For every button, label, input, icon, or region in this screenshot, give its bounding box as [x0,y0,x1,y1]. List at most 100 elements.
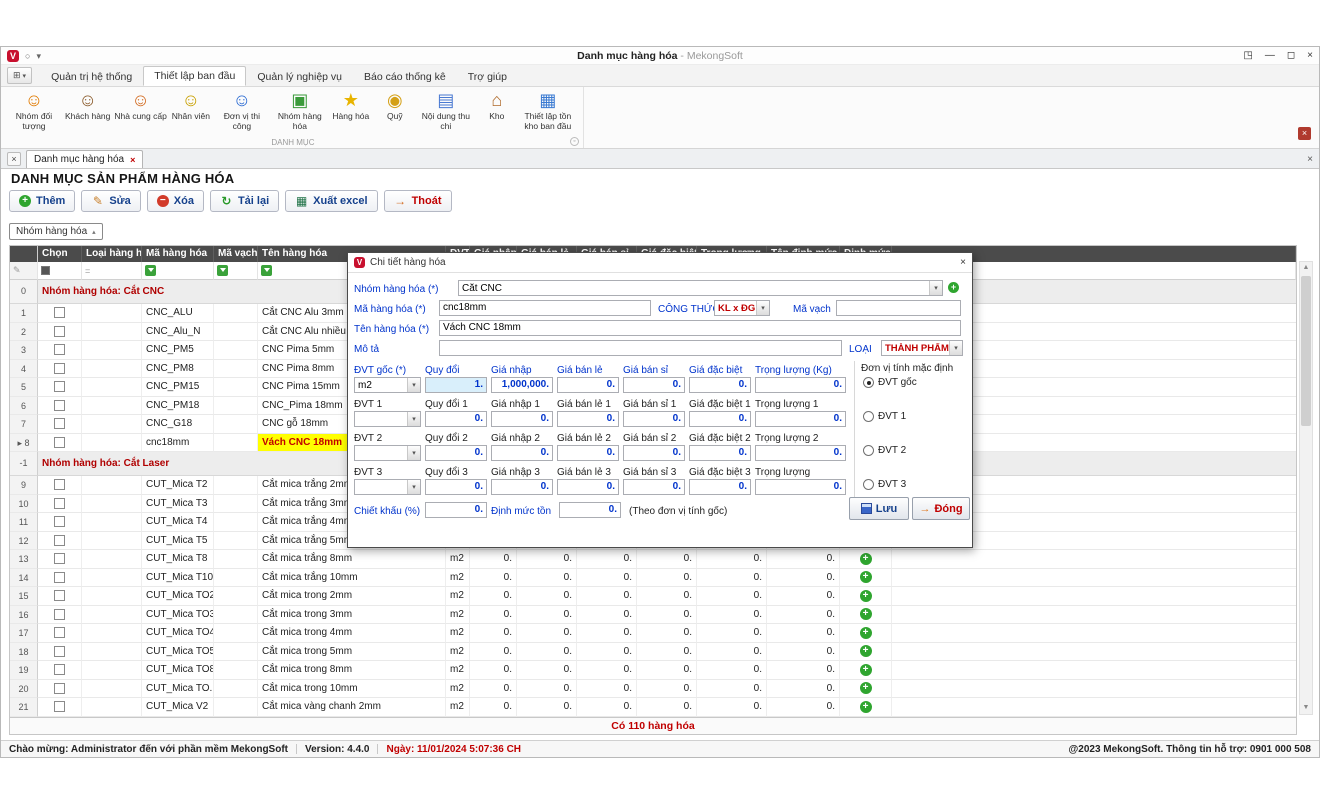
group-combobox[interactable]: Cắt CNC ▾ [458,280,943,296]
default-unit-option[interactable]: ĐVT 1 [863,411,906,422]
filter-cell[interactable]: ✎ [10,262,38,280]
row-checkbox[interactable] [54,326,65,337]
dinh-muc-cell[interactable]: + [840,624,892,643]
ribbon-item-button[interactable]: ▣Nhóm hàng hóa [271,88,329,132]
discount-input[interactable]: 0. [425,502,487,518]
radio-icon[interactable] [863,479,874,490]
select-cell[interactable] [38,323,82,342]
add-dinh-muc-icon[interactable]: + [860,608,872,620]
row-checkbox[interactable] [54,307,65,318]
save-button[interactable]: Lưu [849,497,909,520]
add-dinh-muc-icon[interactable]: + [860,553,872,565]
select-cell[interactable] [38,532,82,551]
row-checkbox[interactable] [54,609,65,620]
name-input[interactable]: Vách CNC 18mm [439,320,961,336]
unit-value-input[interactable]: 0. [557,377,619,393]
chevron-down-icon[interactable]: ▾ [949,341,962,355]
row-checkbox[interactable] [54,535,65,546]
radio-icon[interactable] [863,377,874,388]
unit-value-input[interactable]: 0. [425,479,487,495]
unit-value-input[interactable]: 0. [491,479,553,495]
scroll-down-icon[interactable]: ▼ [1300,702,1312,714]
delete-button[interactable]: −Xóa [147,190,204,212]
filter-cell[interactable] [38,262,82,280]
ribbon-tab[interactable]: Quản lý nghiệp vụ [246,66,353,86]
add-dinh-muc-icon[interactable]: + [860,682,872,694]
unit-value-input[interactable]: 0. [491,445,553,461]
select-cell[interactable] [38,513,82,532]
unit-value-input[interactable]: 0. [755,377,846,393]
tab-danh-muc-hang-hoa[interactable]: Danh mục hàng hóa × [26,150,143,168]
row-checkbox[interactable] [54,418,65,429]
select-cell[interactable] [38,495,82,514]
add-dinh-muc-icon[interactable]: + [860,590,872,602]
group-dialog-launcher-icon[interactable]: ◦ [570,137,579,146]
exit-button[interactable]: →Thoát [384,190,452,212]
ribbon-item-button[interactable]: ☺Khách hàng [63,88,112,123]
row-checkbox[interactable] [54,344,65,355]
row-checkbox[interactable] [54,572,65,583]
select-cell[interactable] [38,476,82,495]
dinh-muc-cell[interactable]: + [840,643,892,662]
chevron-down-icon[interactable]: ▾ [407,378,420,392]
dinh-muc-cell[interactable]: + [840,550,892,569]
description-input[interactable] [439,340,842,356]
ribbon-item-button[interactable]: ◉Quỹ [373,88,417,123]
select-cell[interactable] [38,397,82,416]
edit-button[interactable]: ✎Sửa [81,190,140,212]
unit-combobox[interactable]: ▾ [354,479,421,495]
vertical-scrollbar[interactable]: ▲ ▼ [1299,261,1313,715]
unit-value-input[interactable]: 0. [623,479,685,495]
unit-value-input[interactable]: 0. [623,411,685,427]
tabbar-close-icon[interactable]: × [1307,154,1313,165]
chevron-down-icon[interactable]: ▾ [407,480,420,494]
select-cell[interactable] [38,360,82,379]
close-button[interactable]: → Đóng [912,497,970,520]
add-dinh-muc-icon[interactable]: + [860,627,872,639]
ribbon-item-button[interactable]: ★Hàng hóa [329,88,373,123]
row-checkbox[interactable] [54,381,65,392]
unit-value-input[interactable]: 0. [689,377,751,393]
table-row[interactable]: 14CUT_Mica T10Cắt mica trắng 10mmm20.0.0… [10,569,1296,588]
type-combobox[interactable]: THÀNH PHẨM ▾ [881,340,963,356]
ribbon-close-icon[interactable]: × [1298,127,1311,140]
add-button[interactable]: +Thêm [9,190,75,212]
add-dinh-muc-icon[interactable]: + [860,664,872,676]
tab-close-icon[interactable]: × [130,155,135,165]
unit-value-input[interactable]: 0. [689,411,751,427]
select-cell[interactable] [38,415,82,434]
row-checkbox[interactable] [54,363,65,374]
ribbon-tab[interactable]: Trợ giúp [457,66,518,86]
select-cell[interactable] [38,698,82,717]
dinh-muc-cell[interactable]: + [840,587,892,606]
dinh-muc-cell[interactable]: + [840,661,892,680]
unit-value-input[interactable]: 0. [623,377,685,393]
fullscreen-icon[interactable]: ◳ [1243,50,1252,62]
chevron-down-icon[interactable]: ▾ [407,412,420,426]
table-row[interactable]: 15CUT_Mica TO2Cắt mica trong 2mmm20.0.0.… [10,587,1296,606]
unit-value-input[interactable]: 1. [425,377,487,393]
restore-icon[interactable]: ◻ [1287,50,1295,62]
unit-value-input[interactable]: 0. [689,479,751,495]
row-checkbox[interactable] [54,400,65,411]
scrollbar-thumb[interactable] [1301,276,1311,426]
dropdown-icon[interactable]: ▾ [36,50,41,62]
ribbon-item-button[interactable]: ⌂Kho [475,88,519,123]
code-input[interactable]: cnc18mm [439,300,651,316]
filter-cell[interactable]: = [82,262,142,280]
unit-value-input[interactable]: 0. [755,479,846,495]
close-all-tabs-icon[interactable]: × [7,152,21,166]
default-unit-option[interactable]: ĐVT gốc [863,377,917,388]
row-checkbox[interactable] [54,646,65,657]
ribbon-tab[interactable]: Quản trị hệ thống [40,66,143,86]
row-checkbox[interactable] [54,516,65,527]
table-row[interactable]: 17CUT_Mica TO4Cắt mica trong 4mmm20.0.0.… [10,624,1296,643]
table-row[interactable]: 21CUT_Mica V2Cắt mica vàng chanh 2mmm20.… [10,698,1296,717]
row-checkbox[interactable] [54,437,65,448]
ribbon-item-button[interactable]: ☺Nhóm đối tượng [5,88,63,132]
unit-value-input[interactable]: 0. [557,411,619,427]
unit-value-input[interactable]: 0. [755,411,846,427]
ribbon-item-button[interactable]: ☺Nhân viên [169,88,213,123]
ribbon-item-button[interactable]: ☺Đơn vị thi công [213,88,271,132]
min-stock-input[interactable]: 0. [559,502,621,518]
